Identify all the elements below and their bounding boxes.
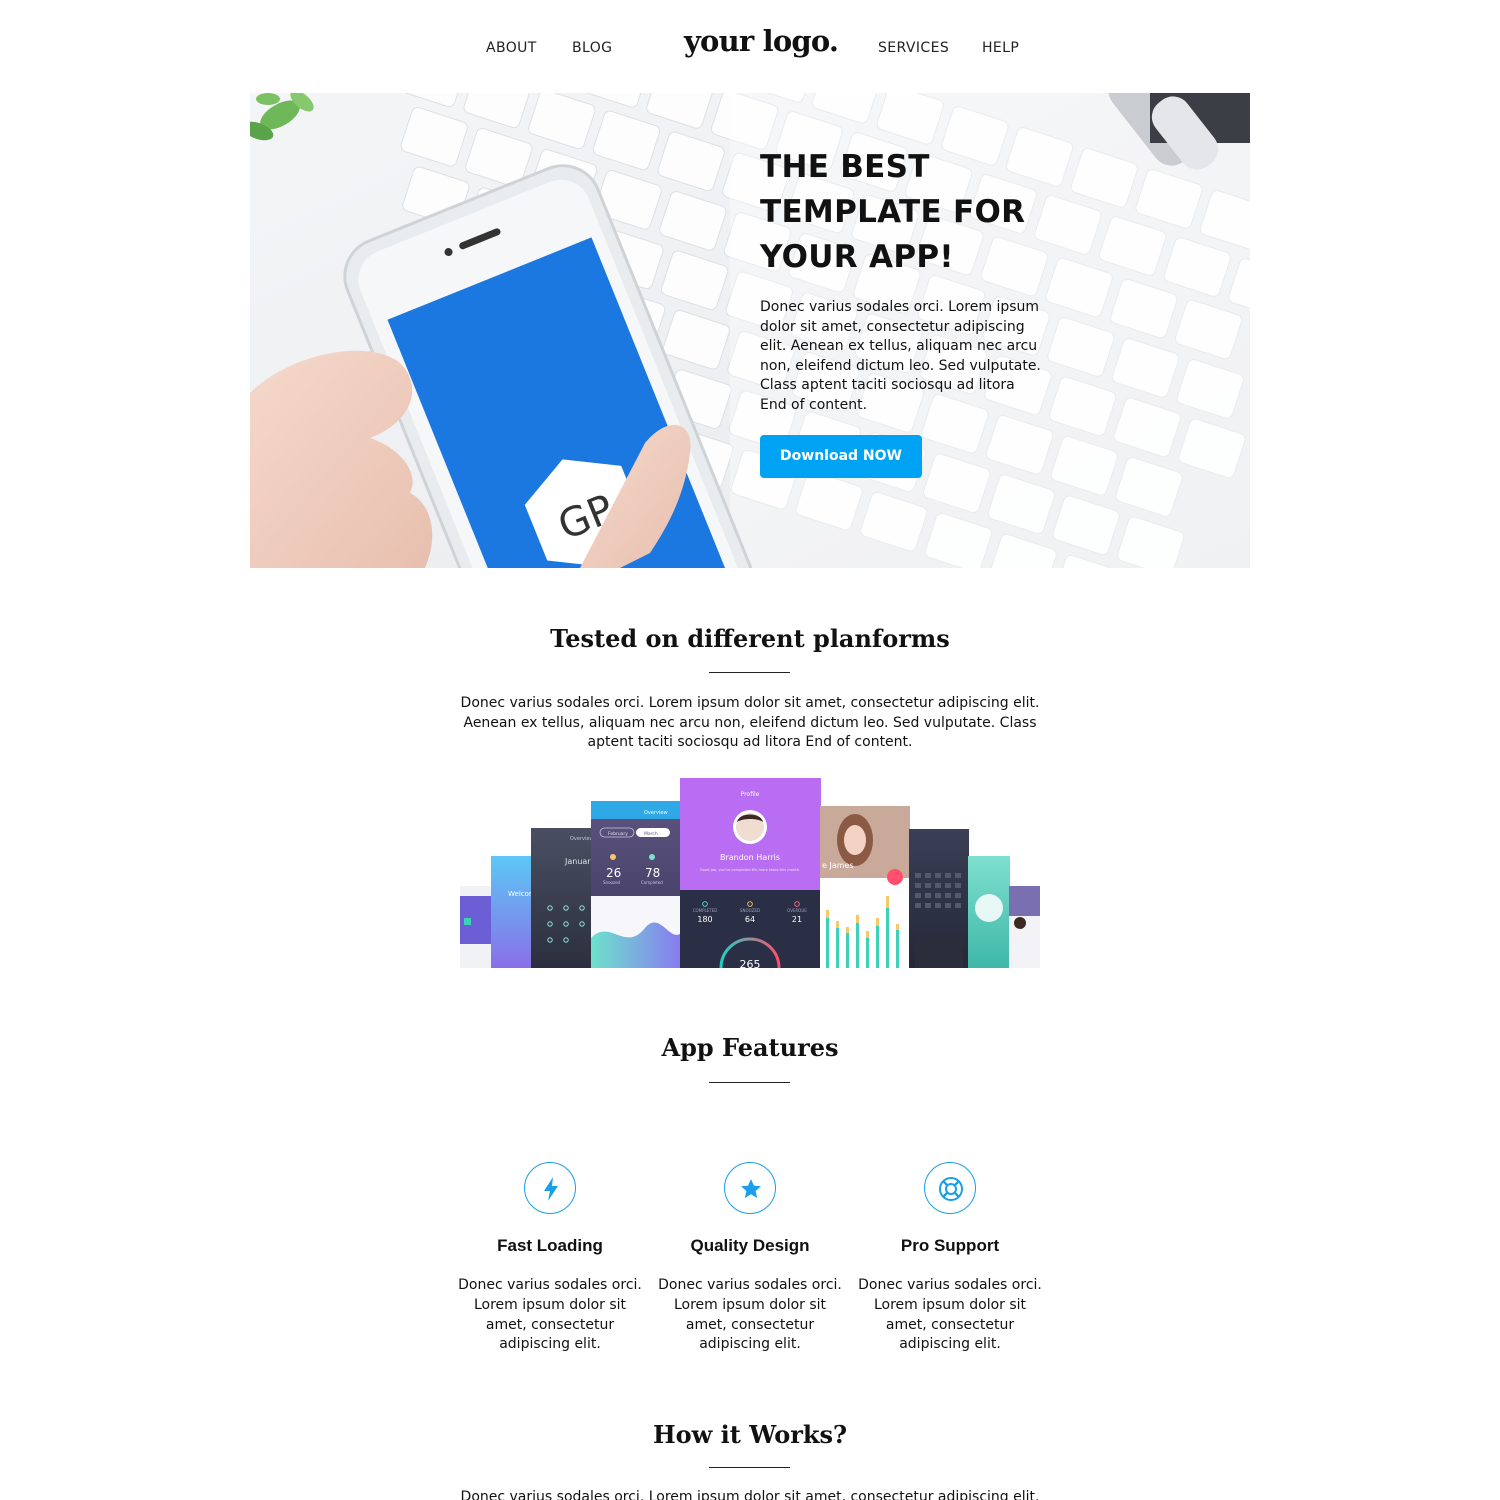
nav-about-link[interactable]: ABOUT bbox=[486, 40, 537, 56]
feature-pro-support: Pro Support Donec varius sodales orci. L… bbox=[855, 1162, 1045, 1355]
screen-snoozed-label: SNOOZED bbox=[740, 908, 760, 913]
screen-profile-small bbox=[1009, 886, 1040, 968]
screen-completed-label: COMPLETED bbox=[693, 908, 718, 913]
feature-description: Donec varius sodales orci. Lorem ipsum d… bbox=[858, 1277, 1042, 1353]
star-icon bbox=[724, 1162, 776, 1214]
screen-profile-title: Profile bbox=[741, 791, 760, 798]
hero-description: Donec varius sodales orci. Lorem ipsum d… bbox=[760, 299, 1041, 413]
screen-calendar-overview: Overview bbox=[570, 836, 594, 842]
platforms-heading: Tested on different planforms bbox=[550, 624, 950, 653]
screen-overview-stats: Overview February March 26 78 Snoozed Co… bbox=[591, 801, 681, 968]
screen-profile-name: Brandon Harris bbox=[720, 853, 780, 862]
platforms-heading-divider bbox=[709, 672, 790, 673]
screen-teal bbox=[968, 856, 1010, 968]
hero-banner: GP THE BEST TEMPLATE FOR YOUR APP! Donec… bbox=[250, 93, 1250, 568]
screen-calendar-month: Januar bbox=[564, 857, 591, 866]
screen-calendar-dark: Januar Overview bbox=[531, 828, 594, 968]
feature-title: Fast Loading bbox=[497, 1236, 603, 1255]
screen-stat-snoozed-label: Snoozed bbox=[603, 880, 621, 885]
feature-title: Pro Support bbox=[900, 1236, 1000, 1255]
screen-completed-value: 180 bbox=[697, 915, 712, 924]
screen-month-mar: March bbox=[644, 831, 658, 837]
screen-month-feb: February bbox=[608, 831, 628, 837]
feature-quality-design: Quality Design Donec varius sodales orci… bbox=[655, 1162, 845, 1355]
nav-blog-link[interactable]: BLOG bbox=[572, 40, 612, 56]
screen-stat-completed-label: Completed bbox=[641, 880, 663, 885]
nav-services-link[interactable]: SERVICES bbox=[878, 40, 949, 56]
screen-welcome: Welcom bbox=[491, 856, 536, 968]
top-navigation: ABOUT BLOG your logo. SERVICES HELP bbox=[0, 0, 1500, 93]
screen-stat-completed: 78 bbox=[645, 866, 660, 880]
screen-profile-subtitle: Good job, you've completed 6% more tasks… bbox=[700, 868, 800, 872]
screen-overdue-label: OVERDUE bbox=[787, 908, 807, 913]
screen-photo-name: e James bbox=[822, 861, 854, 870]
lifebuoy-icon bbox=[924, 1162, 976, 1214]
feature-description: Donec varius sodales orci. Lorem ipsum d… bbox=[658, 1277, 842, 1353]
app-screens-montage: Welcom Januar Overview Overview February… bbox=[460, 778, 1040, 968]
features-heading-divider bbox=[709, 1082, 790, 1083]
feature-fast-loading: Fast Loading Donec varius sodales orci. … bbox=[455, 1162, 645, 1355]
hero-photo: GP bbox=[250, 93, 1250, 568]
feature-title: Quality Design bbox=[690, 1236, 810, 1255]
features-heading: App Features bbox=[661, 1033, 839, 1062]
screen-snoozed-value: 64 bbox=[745, 915, 755, 924]
how-it-works-heading: How it Works? bbox=[652, 1420, 848, 1449]
screen-dark-calendar bbox=[909, 829, 969, 968]
download-now-button[interactable]: Download NOW bbox=[760, 435, 922, 478]
screen-gauge-value: 265 bbox=[740, 958, 761, 968]
hero-title: THE BEST TEMPLATE FOR YOUR APP! bbox=[760, 149, 1026, 275]
screen-stat-snoozed: 26 bbox=[606, 866, 621, 880]
platforms-description: Donec varius sodales orci. Lorem ipsum d… bbox=[460, 695, 1040, 751]
lightning-icon bbox=[524, 1162, 576, 1214]
nav-help-link[interactable]: HELP bbox=[982, 40, 1019, 56]
screen-overview-title: Overview bbox=[644, 810, 668, 816]
site-logo[interactable]: your logo. bbox=[684, 24, 839, 58]
how-it-works-heading-divider bbox=[709, 1467, 790, 1468]
feature-description: Donec varius sodales orci. Lorem ipsum d… bbox=[458, 1277, 642, 1353]
screen-calendar-small bbox=[460, 886, 492, 968]
screen-photo-chart: e James bbox=[820, 806, 910, 968]
how-it-works-description: Donec varius sodales orci. Lorem ipsum d… bbox=[460, 1489, 1040, 1500]
screen-profile: Profile Brandon Harris Good job, you've … bbox=[680, 778, 821, 968]
screen-overdue-value: 21 bbox=[792, 915, 802, 924]
